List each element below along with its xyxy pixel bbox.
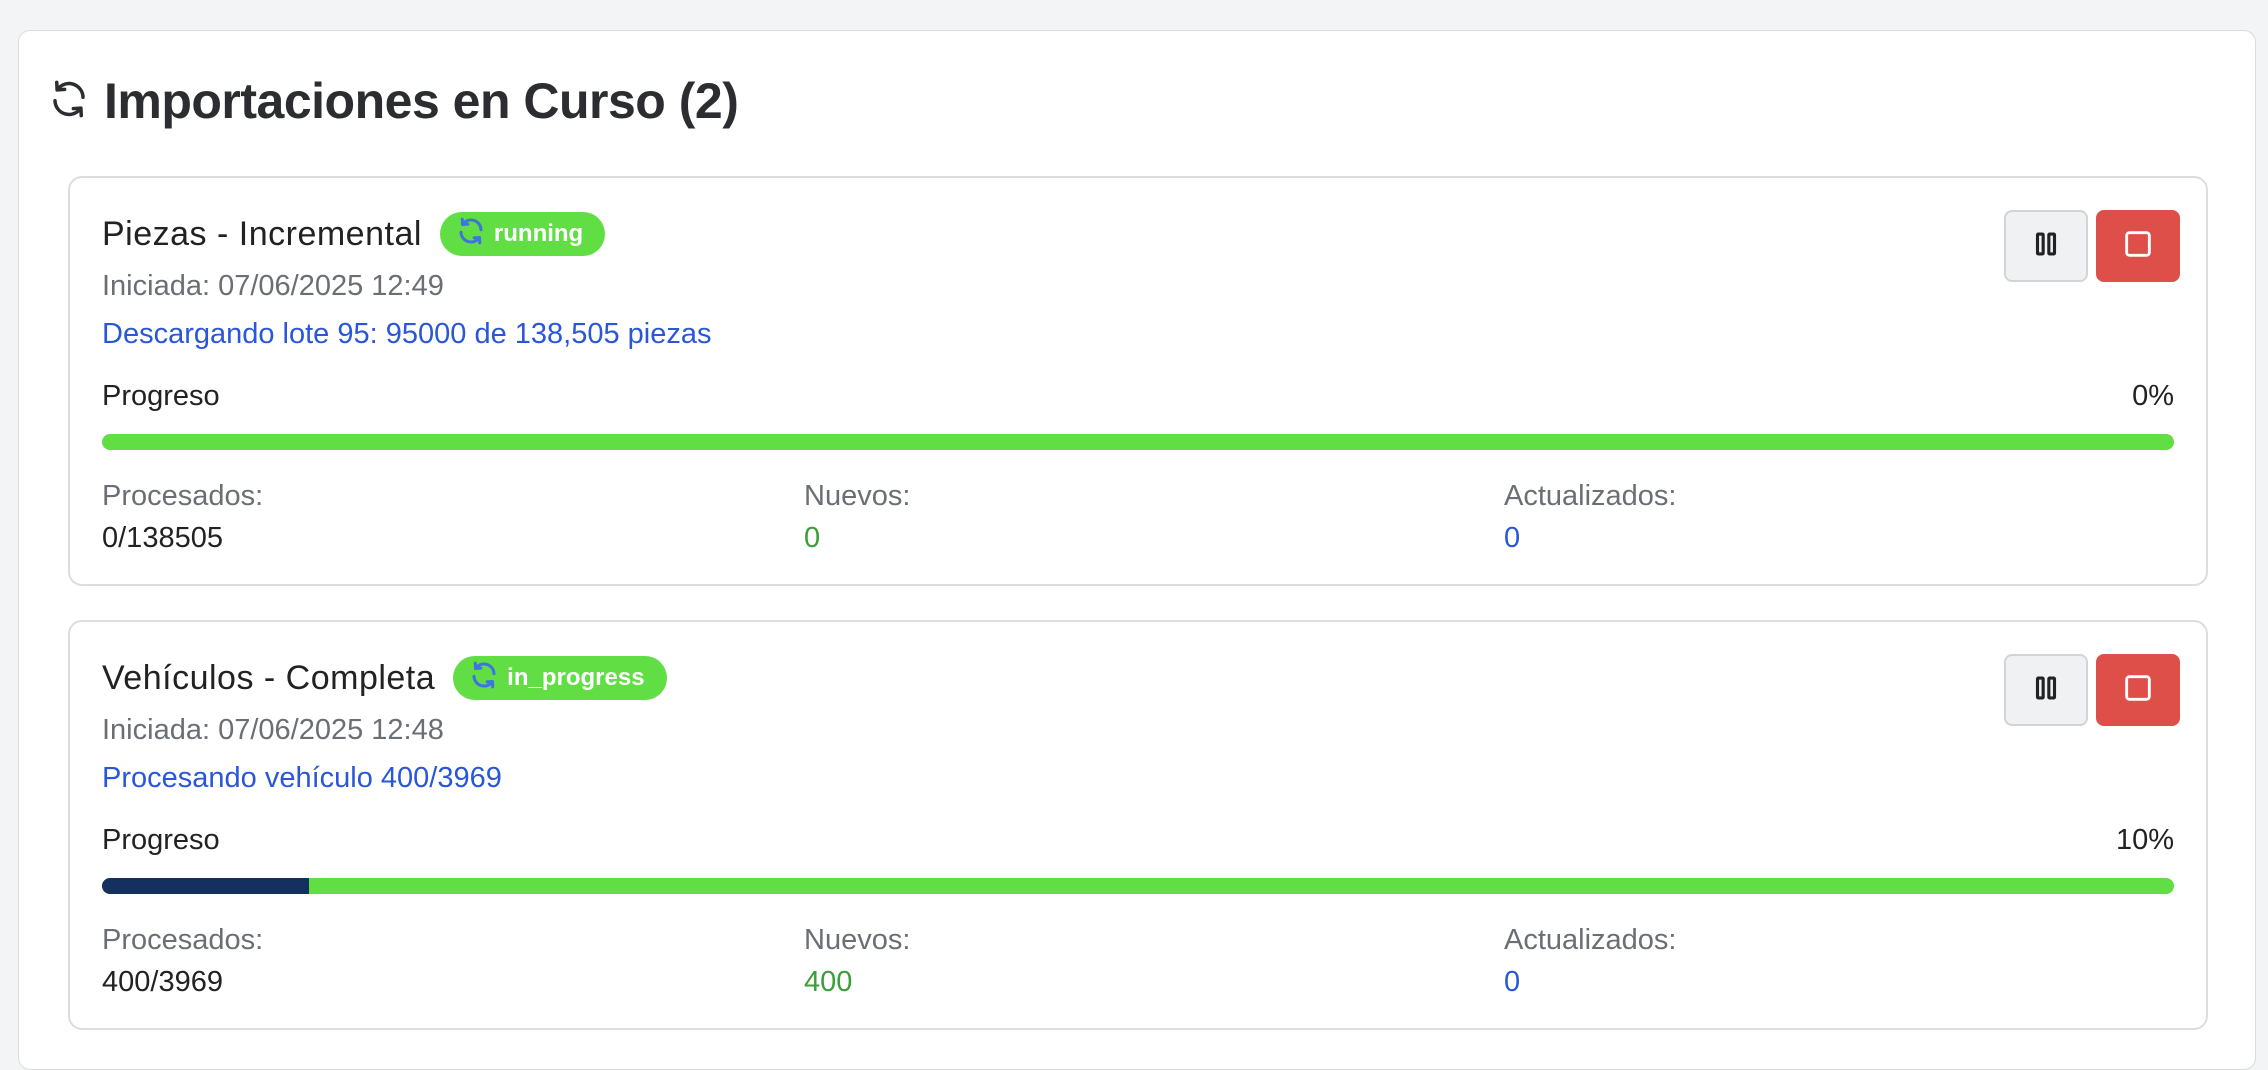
refresh-icon: [469, 660, 499, 697]
stat-label: Actualizados:: [1504, 480, 1677, 512]
status-badge: running: [439, 212, 606, 256]
refresh-icon: [456, 216, 486, 253]
stat-value: 400: [804, 966, 853, 998]
stat-value: 400/3969: [102, 966, 223, 998]
job-started-time: Iniciada: 07/06/2025 12:49: [102, 270, 444, 302]
pause-icon: [2029, 227, 2063, 266]
stat-label: Procesados:: [102, 480, 264, 512]
pause-button[interactable]: [2004, 210, 2088, 282]
stop-icon: [2121, 227, 2155, 266]
status-text: in_progress: [507, 664, 645, 691]
progress-percent: 0%: [2132, 380, 2174, 412]
job-name-row: Piezas - Incremental running: [102, 212, 606, 256]
job-name: Vehículos - Completa: [102, 658, 436, 697]
stop-button[interactable]: [2096, 654, 2180, 726]
job-status-message: Descargando lote 95: 95000 de 138,505 pi…: [102, 318, 712, 350]
stat-new: Nuevos: 400: [804, 922, 910, 1002]
stat-value: 0: [804, 522, 821, 554]
job-started-time: Iniciada: 07/06/2025 12:48: [102, 714, 444, 746]
refresh-icon: [48, 78, 90, 125]
stat-updated: Actualizados: 0: [1504, 478, 1677, 558]
pause-icon: [2029, 671, 2063, 710]
status-badge: in_progress: [453, 656, 667, 700]
import-job-card: Vehículos - Completa in_progress Iniciad…: [68, 620, 2208, 1030]
stat-label: Actualizados:: [1504, 924, 1677, 956]
panel-header: Importaciones en Curso (2): [48, 72, 739, 130]
stat-value: 0: [1504, 966, 1521, 998]
progress-bar: [102, 434, 2174, 450]
stat-value: 0: [1504, 522, 1521, 554]
progress-bar: [102, 878, 2174, 894]
stat-label: Nuevos:: [804, 480, 911, 512]
stat-value: 0/138505: [102, 522, 223, 554]
page-title: Importaciones en Curso (2): [104, 73, 739, 129]
stat-label: Nuevos:: [804, 924, 911, 956]
job-name: Piezas - Incremental: [102, 214, 422, 253]
stat-processed: Procesados: 400/3969: [102, 922, 263, 1002]
stop-button[interactable]: [2096, 210, 2180, 282]
stat-processed: Procesados: 0/138505: [102, 478, 263, 558]
stat-label: Procesados:: [102, 924, 264, 956]
job-status-message: Procesando vehículo 400/3969: [102, 762, 502, 794]
job-name-row: Vehículos - Completa in_progress: [102, 656, 667, 700]
progress-percent: 10%: [2115, 824, 2174, 856]
status-text: running: [493, 220, 584, 247]
stop-icon: [2121, 671, 2155, 710]
import-job-card: Piezas - Incremental running Iniciada: 0…: [68, 176, 2208, 586]
stat-updated: Actualizados: 0: [1504, 922, 1677, 1002]
progress-fill: [102, 878, 310, 894]
progress-label: Progreso: [102, 380, 220, 412]
pause-button[interactable]: [2004, 654, 2088, 726]
stat-new: Nuevos: 0: [804, 478, 910, 558]
progress-label: Progreso: [102, 824, 220, 856]
